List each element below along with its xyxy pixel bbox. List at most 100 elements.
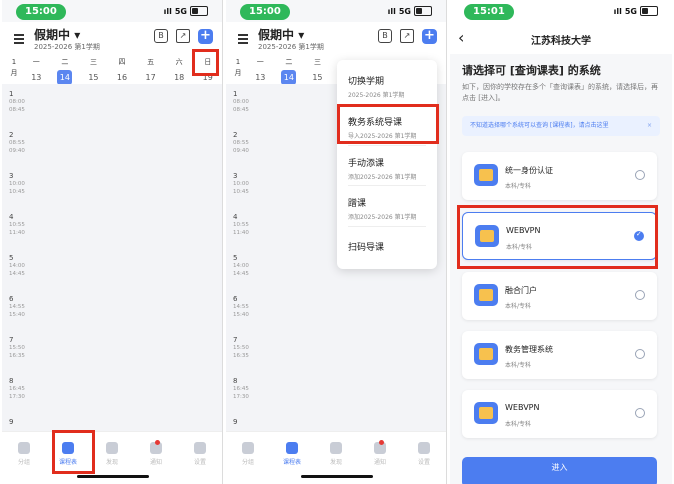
day-number: 17	[145, 73, 156, 82]
day-name: 一	[256, 58, 264, 66]
system-option-card[interactable]: 统一身份认证 本科/专科	[462, 152, 657, 200]
month-indicator: 1 月	[6, 54, 22, 84]
term-label: 假期中	[34, 28, 71, 42]
tab-label: 发现	[329, 459, 342, 466]
unread-dot	[155, 440, 160, 445]
day-mon[interactable]: 一 13	[246, 54, 275, 84]
question-heading: 请选择可 [查询课表] 的系统	[462, 64, 601, 77]
day-fri[interactable]: 五 17	[136, 54, 165, 84]
share-icon[interactable]: ↗	[176, 29, 190, 43]
day-wed[interactable]: 三 15	[303, 54, 332, 84]
period-slot: 4 10:55 11:40	[2, 207, 222, 248]
day-sat[interactable]: 六 18	[165, 54, 194, 84]
tab-settings[interactable]: 设置	[402, 432, 446, 484]
tab-label: 通知	[149, 459, 162, 466]
system-option-card[interactable]: 教务管理系统 本科/专科	[462, 331, 657, 379]
period-end: 16:35	[9, 353, 25, 359]
day-number: 15	[88, 73, 99, 82]
home-indicator	[301, 475, 373, 478]
add-button[interactable]: +	[198, 29, 213, 44]
settings-icon	[418, 442, 430, 454]
menu-icon[interactable]	[14, 34, 24, 46]
day-number: 13	[255, 73, 266, 82]
b-schedule-icon[interactable]: B	[154, 29, 168, 43]
period-end: 14:45	[9, 271, 25, 277]
period-slot: 8 16:45 17:30	[226, 371, 446, 412]
tab-group[interactable]: 分组	[226, 432, 270, 484]
timetable-grid[interactable]: 1 08:00 08:45 2 08:55 09:40 3 10:00 10:45 4 10:…	[2, 84, 222, 453]
system-option-card[interactable]: 融合门户 本科/专科	[462, 272, 657, 320]
day-name: 五	[147, 58, 155, 66]
period-index: 9	[9, 418, 14, 426]
schedule-screen: 15:00 ıll 5G 假期中 ▾ 2025-2026 第1学期 B ↗ + …	[2, 0, 223, 484]
radio-button[interactable]	[635, 408, 645, 418]
close-icon[interactable]: ×	[647, 116, 652, 136]
day-thu[interactable]: 四 16	[108, 54, 137, 84]
radio-button[interactable]	[635, 290, 645, 300]
period-index: 4	[9, 213, 14, 221]
month-number: 1	[235, 58, 241, 66]
tab-label: 分组	[17, 459, 30, 466]
day-name: 一	[32, 58, 40, 66]
app-header: 假期中 ▾ 2025-2026 第1学期 B ↗ +	[2, 22, 222, 76]
period-start: 10:00	[9, 181, 25, 187]
signal-indicator: ıll 5G	[614, 6, 658, 16]
menu-item-switch-term[interactable]: 切换学期 2025-2026 第1学期	[348, 74, 426, 99]
period-start: 08:55	[9, 140, 25, 146]
day-tue[interactable]: 二 14	[51, 54, 80, 85]
chevron-down-icon: ▾	[74, 28, 81, 42]
system-type: 本科/专科	[505, 183, 532, 190]
add-button[interactable]: +	[422, 29, 437, 44]
day-tue[interactable]: 二 14	[275, 54, 304, 85]
term-selector[interactable]: 假期中 ▾	[258, 26, 304, 43]
b-schedule-icon[interactable]: B	[378, 29, 392, 43]
nav-bar: ‹ 江苏科技大学	[450, 22, 672, 54]
term-subtitle: 2025-2026 第1学期	[258, 43, 324, 51]
battery-icon	[190, 6, 208, 16]
group-icon	[18, 442, 30, 454]
day-number: 13	[31, 73, 42, 82]
period-slot: 7 15:50 16:35	[2, 330, 222, 371]
period-slot: 5 14:00 14:45	[2, 248, 222, 289]
radio-button[interactable]	[635, 170, 645, 180]
tab-group[interactable]: 分组	[2, 432, 46, 484]
menu-item-scan-import[interactable]: 扫码导课	[348, 240, 426, 253]
book-icon	[474, 343, 498, 365]
menu-item-audit-course[interactable]: 蹭课 添加2025-2026 第1学期	[348, 196, 426, 221]
day-mon[interactable]: 一 13	[22, 54, 51, 84]
day-number: 18	[174, 73, 185, 82]
day-name: 二	[61, 58, 69, 66]
menu-divider	[348, 185, 426, 186]
share-icon[interactable]: ↗	[400, 29, 414, 43]
system-name: WEBVPN	[505, 403, 540, 412]
menu-icon[interactable]	[238, 34, 248, 46]
system-option-card[interactable]: WEBVPN 本科/专科	[462, 390, 657, 438]
period-index: 8	[9, 377, 14, 385]
signal-indicator: ıll 5G	[164, 6, 208, 16]
system-name: 融合门户	[505, 286, 537, 295]
period-end: 09:40	[9, 148, 25, 154]
highlight-schedule-tab	[52, 430, 95, 474]
page-title: 江苏科技大学	[531, 36, 591, 47]
system-type: 本科/专科	[505, 303, 532, 310]
day-wed[interactable]: 三 15	[79, 54, 108, 84]
day-name: 二	[285, 58, 293, 66]
day-name: 三	[89, 58, 97, 66]
radio-button[interactable]	[635, 349, 645, 359]
unread-dot	[379, 440, 384, 445]
enter-button[interactable]: 进入	[462, 457, 657, 484]
system-name: 教务管理系统	[505, 345, 553, 354]
tab-settings[interactable]: 设置	[178, 432, 222, 484]
period-start: 16:45	[233, 386, 249, 392]
term-selector[interactable]: 假期中 ▾	[34, 26, 80, 43]
month-label: 月	[234, 69, 242, 77]
tab-label: 发现	[105, 459, 118, 466]
period-index: 5	[9, 254, 14, 262]
help-banner[interactable]: 不知道选择哪个系统可以查询 [课程表]，请点击这里 ×	[462, 116, 660, 136]
settings-icon	[194, 442, 206, 454]
day-number: 14	[57, 70, 73, 85]
menu-item-sub: 2025-2026 第1学期	[348, 92, 405, 99]
question-description: 如下，因你的学校存在多个「查询课表」的系统，请选择后，再点击 [进入]。	[462, 83, 658, 102]
menu-item-manual-add[interactable]: 手动添课 添加2025-2026 第1学期	[348, 156, 426, 181]
period-index: 6	[233, 295, 238, 303]
